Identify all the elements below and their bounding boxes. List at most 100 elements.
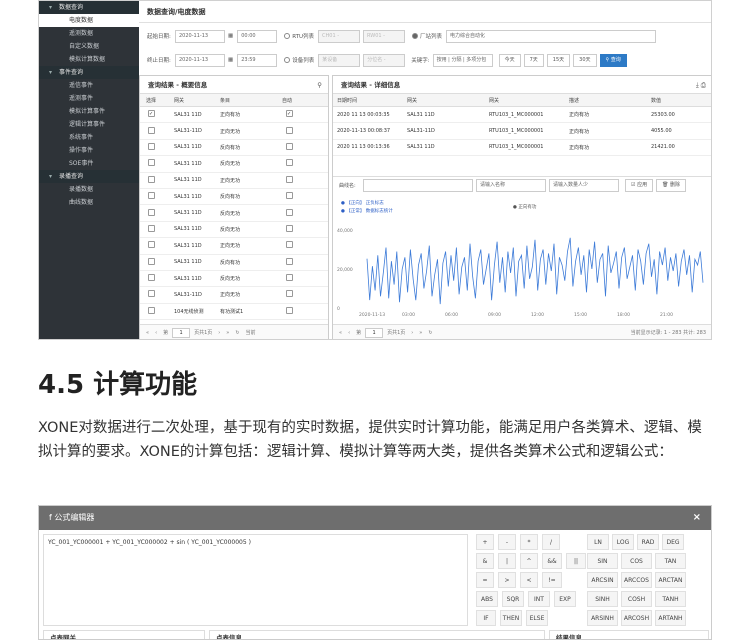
auto-checkbox[interactable] — [286, 290, 293, 298]
table-row[interactable]: SAL31 11D 正向无功 — [140, 173, 328, 189]
function-key[interactable]: RAD — [637, 534, 659, 550]
operator-key[interactable]: SQR — [502, 591, 524, 607]
operator-key[interactable]: != — [542, 572, 562, 588]
select-cell[interactable] — [140, 142, 168, 152]
auto-checkbox[interactable] — [286, 192, 293, 200]
30days-button[interactable]: 30天 — [573, 53, 597, 67]
function-key[interactable]: SIN — [587, 553, 618, 569]
select-cell[interactable] — [140, 274, 168, 283]
sidebar-item[interactable]: 模拟计算数据 — [39, 53, 139, 66]
row-checkbox[interactable] — [148, 192, 155, 200]
curve-count-input[interactable]: 请输入数量人少 — [549, 179, 619, 192]
device-select-2[interactable]: 分位名 - — [363, 53, 406, 67]
select-cell[interactable] — [140, 175, 168, 185]
delete-button[interactable]: 🗑 删除 — [656, 179, 687, 192]
apply-button[interactable]: ☑ 应用 — [625, 179, 654, 192]
sidebar-item[interactable]: 模拟计算事件 — [39, 105, 139, 118]
auto-checkbox[interactable] — [286, 175, 293, 183]
curve-search-input[interactable]: 请输入名称 — [476, 179, 546, 192]
legend-entry[interactable]: ● 正向有功 — [513, 203, 537, 210]
row-checkbox[interactable] — [148, 224, 155, 232]
function-key[interactable]: TAN — [655, 553, 686, 569]
auto-cell[interactable] — [282, 241, 322, 250]
prev-page-icon[interactable]: ‹ — [348, 330, 350, 336]
legend-entry[interactable]: ● 【正向】 正负标志 — [341, 199, 384, 206]
sidebar-item[interactable]: 操作事件 — [39, 144, 139, 157]
function-key[interactable]: ARCSIN — [587, 572, 618, 588]
calendar-icon[interactable]: ▦ — [228, 33, 233, 39]
sidebar-group[interactable]: ▾ 录播查询 — [39, 170, 139, 183]
first-page-icon[interactable]: « — [339, 330, 342, 336]
close-icon[interactable]: × — [693, 506, 701, 530]
plant-radio[interactable] — [412, 33, 419, 39]
row-checkbox[interactable] — [148, 274, 155, 282]
row-checkbox[interactable] — [148, 257, 155, 265]
operator-key[interactable]: ^ — [520, 553, 538, 569]
table-row[interactable]: SAL31 11D 反向有功 — [140, 189, 328, 206]
select-cell[interactable]: ✓ — [140, 110, 168, 119]
page-input[interactable]: 1 — [365, 327, 384, 338]
calendar-icon[interactable]: ▦ — [228, 57, 233, 63]
device-radio[interactable] — [284, 57, 291, 63]
function-key[interactable]: ARCTAN — [655, 572, 686, 588]
sidebar-item[interactable]: 遥信事件 — [39, 79, 139, 92]
operator-key[interactable]: < — [520, 572, 538, 588]
auto-checkbox[interactable] — [286, 208, 293, 216]
function-key[interactable]: ARCOSH — [621, 610, 652, 626]
auto-cell[interactable] — [282, 224, 322, 234]
next-page-icon[interactable]: › — [218, 330, 220, 336]
sidebar-item[interactable]: 系统事件 — [39, 131, 139, 144]
auto-checkbox[interactable] — [286, 224, 293, 232]
row-checkbox[interactable]: ✓ — [148, 110, 155, 118]
table-row[interactable]: SAL31 11D 反向有功 — [140, 140, 328, 157]
row-checkbox[interactable] — [148, 159, 155, 167]
sidebar-item[interactable]: 逻辑计算事件 — [39, 118, 139, 131]
sidebar-item[interactable]: 遥测数据 — [39, 27, 139, 40]
start-date-input[interactable]: 2020-11-13 — [175, 29, 225, 43]
operator-key[interactable]: THEN — [500, 610, 522, 626]
row-checkbox[interactable] — [148, 241, 155, 249]
sidebar-item[interactable]: 电度数据 — [39, 14, 139, 27]
operator-key[interactable]: IF — [476, 610, 496, 626]
operator-key[interactable]: = — [476, 572, 494, 588]
last-page-icon[interactable]: » — [226, 330, 229, 336]
table-row[interactable]: SAL31 11D 反向无功 — [140, 271, 328, 288]
table-row[interactable]: SAL31 11D 反向无功 — [140, 156, 328, 173]
function-key[interactable]: ARCCOS — [621, 572, 652, 588]
table-row[interactable]: SAL31-11D 正向无功 — [140, 287, 328, 304]
last-page-icon[interactable]: » — [419, 330, 422, 336]
function-key[interactable]: LOG — [612, 534, 634, 550]
refresh-icon[interactable]: ↻ — [428, 330, 432, 336]
row-checkbox[interactable] — [148, 142, 155, 150]
row-checkbox[interactable] — [148, 175, 155, 183]
operator-key[interactable]: && — [542, 553, 562, 569]
auto-checkbox[interactable] — [286, 126, 293, 134]
15days-button[interactable]: 15天 — [546, 53, 571, 67]
table-row[interactable]: SAL31 11D 反向无功 — [140, 222, 328, 239]
table-row[interactable]: ✓ SAL31 11D 正向有功 ✓ — [140, 107, 328, 124]
export-print-icons[interactable]: ⤓ ⎙ — [696, 76, 706, 94]
prev-page-icon[interactable]: ‹ — [155, 330, 157, 336]
table-row[interactable]: 2020 11 13 00:03:35 SAL31 11D RTU103_1_MC0… — [333, 107, 711, 124]
first-page-icon[interactable]: « — [146, 330, 149, 336]
auto-cell[interactable] — [282, 290, 322, 299]
row-checkbox[interactable] — [148, 290, 155, 298]
search-icon[interactable]: ⚲ — [317, 76, 322, 94]
expression-textarea[interactable]: YC_001_YC000001 + YC_001_YC000002 + sin … — [43, 534, 468, 626]
auto-cell[interactable] — [282, 208, 322, 218]
table-row[interactable]: 2020-11-13 00:08:37 SAL31-11D RTU103_1_MC0… — [333, 123, 711, 140]
table-row[interactable]: SAL31-11D 正向无功 — [140, 123, 328, 140]
select-cell[interactable] — [140, 192, 168, 201]
operator-key[interactable]: / — [542, 534, 560, 550]
auto-cell[interactable] — [282, 159, 322, 168]
select-cell[interactable] — [140, 208, 168, 218]
select-cell[interactable] — [140, 159, 168, 168]
auto-checkbox[interactable] — [286, 142, 293, 150]
operator-key[interactable]: EXP — [554, 591, 576, 607]
sidebar-group[interactable]: ▾ 数据查询 — [39, 1, 139, 14]
auto-checkbox[interactable] — [286, 159, 293, 167]
keyword-input[interactable]: 按用 | 分隔 | 多项分包 — [432, 53, 493, 67]
auto-checkbox[interactable]: ✓ — [286, 110, 293, 118]
auto-cell[interactable] — [282, 306, 322, 316]
auto-cell[interactable] — [282, 274, 322, 283]
